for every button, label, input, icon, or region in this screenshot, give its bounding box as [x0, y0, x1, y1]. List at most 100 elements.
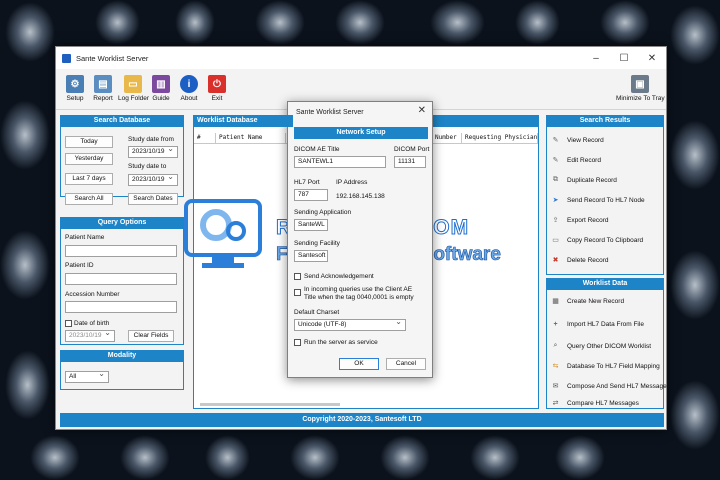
accession-input[interactable] — [65, 301, 177, 313]
duplicate-record-item[interactable]: ⧉ Duplicate Record — [550, 171, 617, 189]
create-new-record-item[interactable]: ▦ Create New Record — [550, 292, 624, 310]
dialog-title: Sante Worklist Server — [296, 109, 364, 116]
study-to-label: Study date to — [128, 163, 167, 170]
dicom-port-label: DICOM Port — [394, 146, 430, 153]
charset-select[interactable]: Unicode (UTF-8) — [294, 317, 406, 331]
study-from-picker[interactable]: 2023/10/19 — [128, 144, 178, 158]
study-to-picker[interactable]: 2023/10/19 — [128, 172, 178, 186]
maximize-button[interactable]: ☐ — [610, 47, 638, 69]
book-icon: ▥ — [152, 75, 170, 93]
compare-hl7-item[interactable]: ⇄ Compare HL7 Messages — [550, 394, 639, 412]
about-button[interactable]: i About — [174, 75, 204, 107]
horizontal-scrollbar[interactable] — [200, 403, 340, 406]
xray-tile — [515, 0, 560, 45]
col-number[interactable]: Number — [432, 133, 462, 143]
compose-icon: ✉ — [552, 383, 559, 390]
xray-tile — [205, 435, 250, 480]
send-ack-label: Send Acknowledgement — [304, 273, 374, 280]
folder-icon: ▭ — [124, 75, 142, 93]
report-button[interactable]: ▤ Report — [88, 75, 118, 107]
minimize-to-tray-button[interactable]: ▣ Minimize To Tray — [616, 75, 665, 107]
search-database-header: Search Database — [60, 115, 184, 127]
xray-tile — [380, 435, 430, 480]
copy-record-item[interactable]: ▭ Copy Record To Clipboard — [550, 231, 643, 249]
modality-select[interactable]: All — [65, 369, 109, 383]
search-results-header: Search Results — [546, 115, 664, 127]
close-button[interactable]: ✕ — [638, 47, 666, 69]
patient-id-input[interactable] — [65, 273, 177, 285]
today-button[interactable]: Today — [65, 136, 113, 148]
setup-button[interactable]: ⚙ Setup — [60, 75, 90, 107]
duplicate-icon: ⧉ — [553, 176, 558, 183]
sending-facility-input[interactable]: Santesoft — [294, 250, 328, 262]
export-record-item[interactable]: ⇪ Export Record — [550, 211, 609, 229]
log-folder-button[interactable]: ▭ Log Folder — [118, 75, 149, 107]
ip-address-label: IP Address — [336, 179, 368, 186]
minimize-button[interactable]: – — [582, 47, 610, 69]
sending-app-input[interactable]: SanteWL — [294, 219, 328, 231]
compose-hl7-item[interactable]: ✉ Compose And Send HL7 Message — [550, 377, 667, 395]
patient-name-label: Patient Name — [65, 234, 105, 241]
xray-tile — [95, 0, 140, 45]
date-of-birth-checkbox[interactable] — [65, 320, 72, 327]
clear-fields-button[interactable]: Clear Fields — [128, 330, 174, 342]
date-of-birth-label: Date of birth — [74, 320, 110, 327]
search-dates-button[interactable]: Search Dates — [128, 193, 178, 205]
worklist-data-header: Worklist Data — [546, 278, 664, 290]
view-record-item[interactable]: ✎ View Record — [550, 131, 604, 149]
dicom-port-input[interactable]: 11131 — [394, 156, 426, 168]
dialog-close-button[interactable]: ✕ — [418, 105, 426, 116]
edit-record-item[interactable]: ✎ Edit Record — [550, 151, 601, 169]
modality-header: Modality — [60, 350, 184, 362]
copyright-footer: Copyright 2020-2023, Santesoft LTD — [60, 413, 664, 427]
col-index[interactable]: # — [194, 133, 216, 143]
xray-tile — [555, 435, 605, 480]
network-setup-dialog: Sante Worklist Server ✕ Network Setup DI… — [287, 101, 433, 378]
field-mapping-item[interactable]: ⇆ Database To HL7 Field Mapping — [550, 357, 660, 375]
watermark-gear-icon — [184, 199, 262, 268]
hl7-port-input[interactable]: 787 — [294, 189, 328, 201]
xray-tile — [5, 350, 50, 420]
send-hl7-item[interactable]: ➤ Send Record To HL7 Node — [550, 191, 645, 209]
window-title: Sante Worklist Server — [76, 53, 149, 63]
plus-icon: + — [553, 320, 558, 328]
col-patient-name[interactable]: Patient Name — [216, 133, 286, 143]
setup-icon: ⚙ — [66, 75, 84, 93]
last-7-days-button[interactable]: Last 7 days — [65, 173, 113, 185]
pencil-icon: ✎ — [552, 137, 559, 144]
xray-tile — [470, 435, 520, 480]
ae-title-input[interactable]: SANTEWL1 — [294, 156, 386, 168]
patient-name-input[interactable] — [65, 245, 177, 257]
xray-tile — [175, 0, 215, 45]
info-icon: i — [180, 75, 198, 93]
worklist-header-text: Worklist Database — [193, 115, 293, 127]
patient-id-label: Patient ID — [65, 262, 94, 269]
run-service-label: Run the server as service — [304, 339, 378, 346]
send-ack-checkbox[interactable] — [294, 273, 301, 280]
exit-button[interactable]: ⏻ Exit — [202, 75, 232, 107]
yesterday-button[interactable]: Yesterday — [65, 153, 113, 165]
cancel-button[interactable]: Cancel — [386, 358, 426, 370]
network-setup-header: Network Setup — [294, 127, 428, 139]
ip-address-value: 192.168.145.138 — [336, 193, 385, 200]
charset-label: Default Charset — [294, 309, 340, 316]
query-dicom-item[interactable]: ⌕ Query Other DICOM Worklist — [550, 337, 652, 355]
import-hl7-item[interactable]: + Import HL7 Data From File — [550, 315, 643, 333]
compare-icon: ⇄ — [552, 400, 559, 407]
date-of-birth-picker[interactable]: 2023/10/19 — [65, 328, 115, 342]
guide-button[interactable]: ▥ Guide — [146, 75, 176, 107]
client-ae-checkbox[interactable] — [294, 289, 301, 296]
edit-icon: ✎ — [552, 157, 559, 164]
xray-tile — [670, 250, 720, 320]
xray-tile — [600, 0, 650, 45]
col-requesting-physician[interactable]: Requesting Physician — [462, 133, 538, 143]
sending-app-label: Sending Application — [294, 209, 352, 216]
report-icon: ▤ — [94, 75, 112, 93]
power-icon: ⏻ — [208, 75, 226, 93]
delete-record-item[interactable]: ✖ Delete Record — [550, 251, 609, 269]
ok-button[interactable]: OK — [339, 358, 379, 370]
search-all-button[interactable]: Search All — [65, 193, 113, 205]
xray-tile — [430, 0, 485, 45]
run-service-checkbox[interactable] — [294, 339, 301, 346]
study-from-label: Study date from — [128, 136, 174, 143]
